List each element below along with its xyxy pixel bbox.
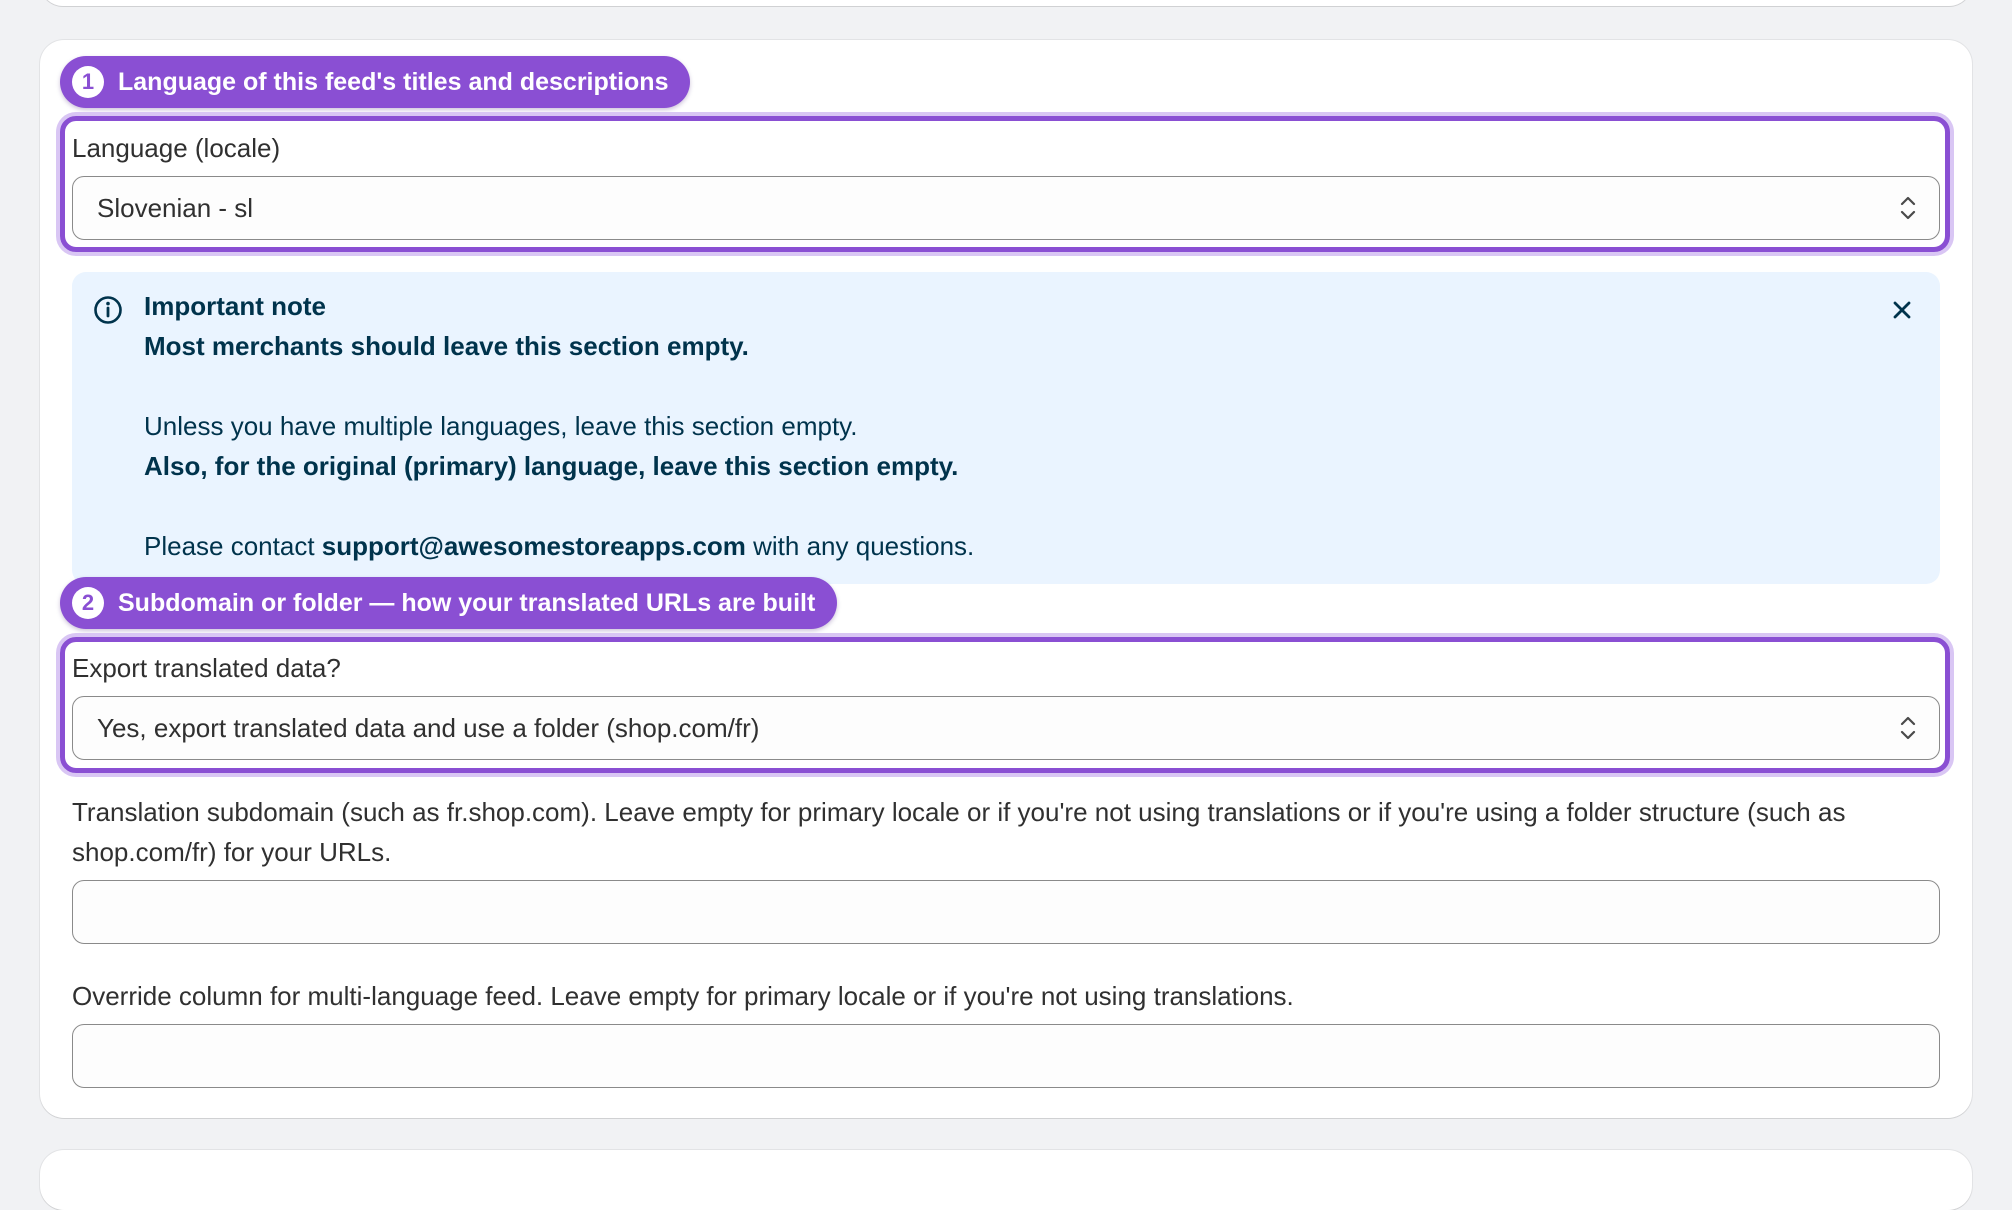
close-icon[interactable]	[1888, 296, 1916, 324]
section-2-badge: 2 Subdomain or folder — how your transla…	[60, 577, 838, 629]
note-line-2: Unless you have multiple languages, leav…	[144, 411, 858, 441]
note-line-1: Most merchants should leave this section…	[144, 331, 749, 361]
previous-card	[40, 0, 1972, 6]
note-contact: Please contact support@awesomestoreapps.…	[144, 526, 974, 566]
note-contact-suffix: with any questions.	[745, 531, 975, 561]
export-select-value: Yes, export translated data and use a fo…	[97, 712, 760, 743]
select-chevron-icon	[1900, 196, 1916, 220]
note-title: Important note	[144, 291, 326, 321]
section-2-title: Subdomain or folder — how your translate…	[118, 588, 816, 617]
info-icon	[94, 296, 122, 324]
language-select[interactable]: Slovenian - sl	[72, 176, 1940, 240]
export-translated-select[interactable]: Yes, export translated data and use a fo…	[72, 696, 1940, 760]
support-email-link[interactable]: support@awesomestoreapps.com	[322, 531, 746, 561]
important-note-banner: Important note Most merchants should lea…	[72, 272, 1940, 584]
language-select-value: Slovenian - sl	[97, 192, 254, 223]
next-card	[40, 1150, 1972, 1210]
section-1-badge: 1 Language of this feed's titles and des…	[60, 56, 691, 108]
language-label: Language (locale)	[72, 133, 281, 163]
subdomain-label: Translation subdomain (such as fr.shop.c…	[72, 797, 1846, 867]
note-line-3: Also, for the original (primary) languag…	[144, 451, 959, 481]
subdomain-input[interactable]	[72, 880, 1940, 944]
section-2-number: 2	[72, 587, 104, 619]
override-input[interactable]	[72, 1024, 1940, 1088]
note-contact-prefix: Please contact	[144, 531, 322, 561]
override-label: Override column for multi-language feed.…	[72, 981, 1294, 1011]
section-1-number: 1	[72, 66, 104, 98]
section-1-title: Language of this feed's titles and descr…	[118, 67, 669, 96]
select-chevron-icon	[1900, 716, 1916, 740]
export-label: Export translated data?	[72, 653, 341, 683]
